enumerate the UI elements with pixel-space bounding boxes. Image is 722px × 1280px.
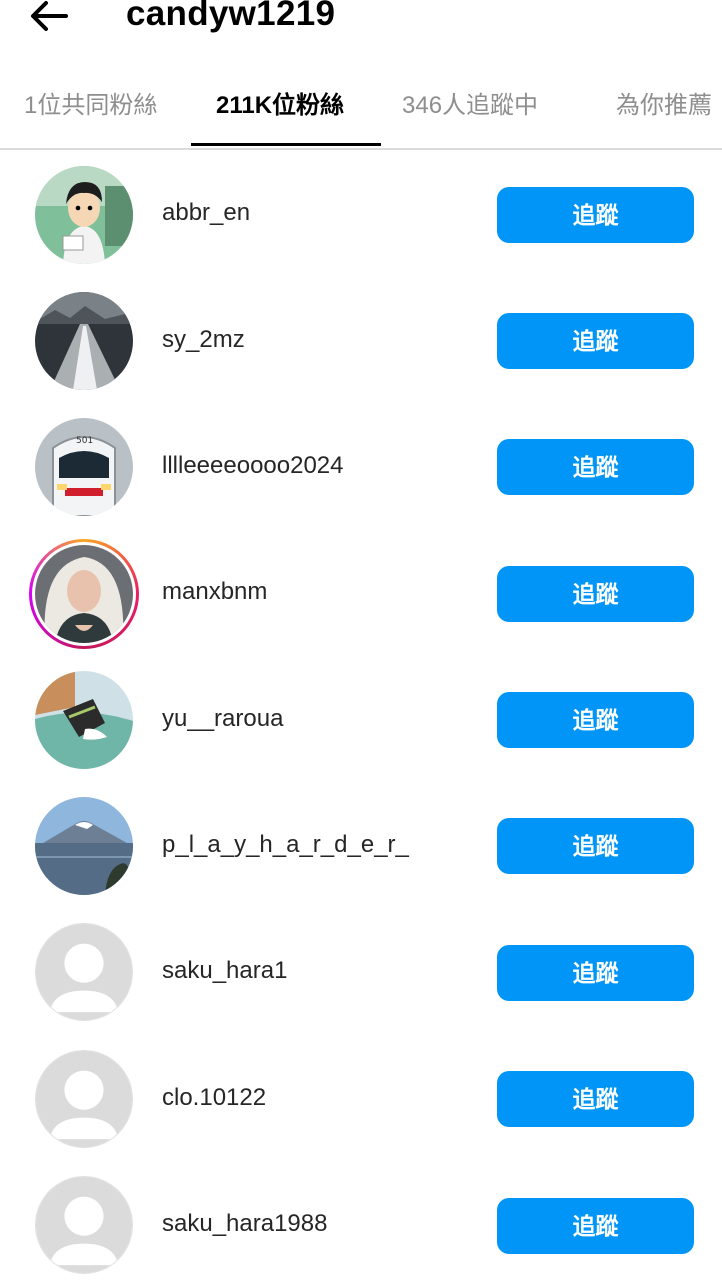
follower-username[interactable]: saku_hara1 — [162, 955, 287, 987]
avatar[interactable] — [35, 671, 133, 769]
follow-button[interactable]: 追蹤 — [497, 692, 694, 748]
default-avatar-icon[interactable] — [35, 923, 133, 1021]
avatar[interactable]: 501 — [35, 418, 133, 516]
avatar[interactable] — [35, 292, 133, 390]
profile-username-title: candyw1219 — [126, 0, 336, 33]
follower-username[interactable]: p_l_a_y_h_a_r_d_e_r_ — [162, 829, 409, 861]
avatar[interactable] — [35, 545, 133, 643]
story-ring[interactable] — [29, 539, 139, 649]
default-avatar-icon[interactable] — [35, 1050, 133, 1148]
follower-username[interactable]: clo.10122 — [162, 1082, 266, 1114]
follower-username[interactable]: sy_2mz — [162, 324, 245, 356]
follower-username[interactable]: manxbnm — [162, 576, 267, 608]
default-avatar-icon[interactable] — [35, 1176, 133, 1274]
active-tab-indicator — [191, 143, 381, 146]
tab-followers[interactable]: 211K位粉絲 — [216, 88, 344, 124]
avatar[interactable] — [35, 166, 133, 264]
follow-button[interactable]: 追蹤 — [497, 313, 694, 369]
follower-username[interactable]: abbr_en — [162, 197, 250, 229]
tab-suggested[interactable]: 為你推薦 — [616, 88, 712, 124]
svg-text:501: 501 — [76, 436, 93, 446]
follow-button[interactable]: 追蹤 — [497, 945, 694, 1001]
top-bar: candyw1219 — [0, 0, 722, 44]
tab-bar: 1位共同粉絲 211K位粉絲 346人追蹤中 為你推薦 — [0, 80, 722, 150]
follow-button[interactable]: 追蹤 — [497, 1071, 694, 1127]
follow-button[interactable]: 追蹤 — [497, 439, 694, 495]
tab-following[interactable]: 346人追蹤中 — [402, 88, 538, 124]
follow-button[interactable]: 追蹤 — [497, 187, 694, 243]
follow-button[interactable]: 追蹤 — [497, 566, 694, 622]
follow-button[interactable]: 追蹤 — [497, 1198, 694, 1254]
back-arrow-icon[interactable] — [26, 0, 74, 40]
follower-username[interactable]: yu__raroua — [162, 703, 283, 735]
follower-username[interactable]: saku_hara1988 — [162, 1208, 327, 1240]
follow-button[interactable]: 追蹤 — [497, 818, 694, 874]
tab-mutual-followers[interactable]: 1位共同粉絲 — [24, 88, 157, 124]
follower-username[interactable]: lllleeeeoooo2024 — [162, 450, 344, 482]
avatar[interactable] — [35, 797, 133, 895]
